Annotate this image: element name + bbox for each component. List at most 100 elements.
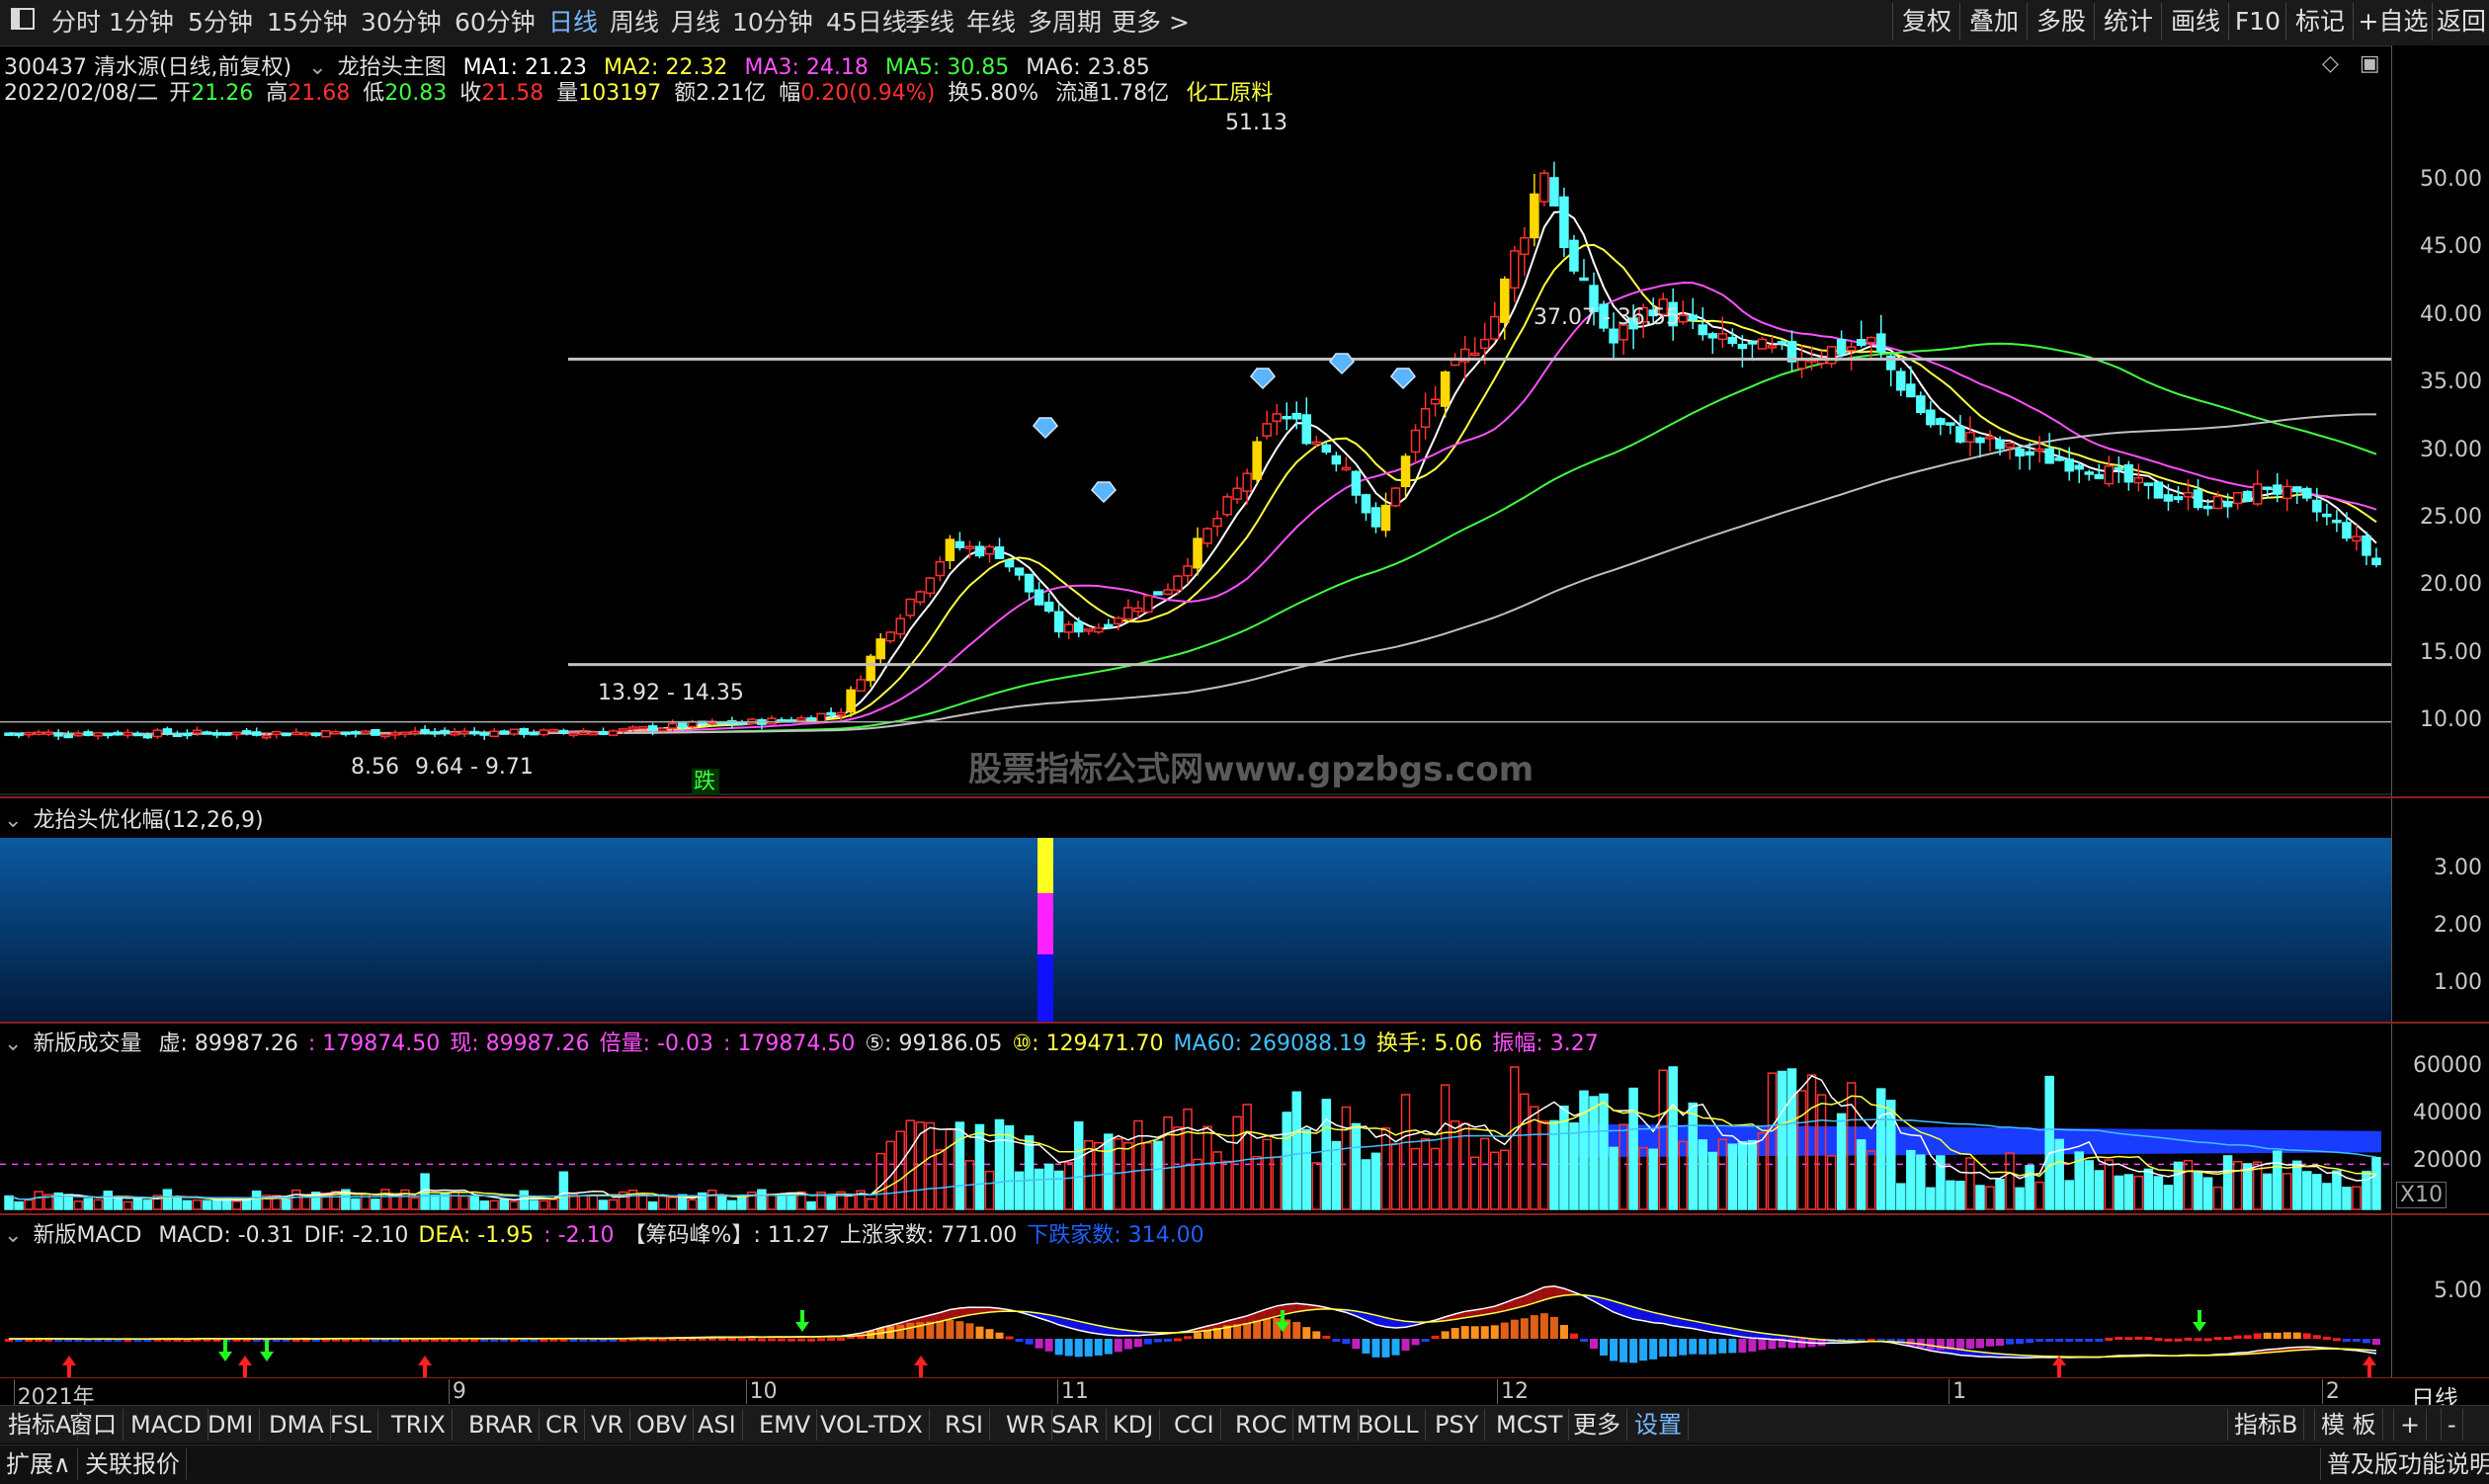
indicator-tab-brar[interactable]: BRAR bbox=[462, 1409, 539, 1441]
indicator-tab-trix[interactable]: TRIX bbox=[385, 1409, 453, 1441]
toolbar-mark-button[interactable]: 标记 bbox=[2285, 3, 2354, 41]
volume-bar[interactable] bbox=[1531, 1107, 1538, 1209]
candle[interactable] bbox=[1332, 456, 1340, 464]
volume-bar[interactable] bbox=[1986, 1187, 1994, 1209]
dragon-amp-pane[interactable]: ⌄ 龙抬头优化幅(12,26,9) bbox=[0, 798, 2391, 1022]
volume-bar[interactable] bbox=[1283, 1113, 1290, 1209]
volume-bar[interactable] bbox=[133, 1197, 141, 1209]
volume-bar[interactable] bbox=[2224, 1156, 2232, 1209]
candle[interactable] bbox=[1273, 414, 1281, 421]
candle[interactable] bbox=[500, 731, 508, 734]
candle[interactable] bbox=[569, 733, 577, 735]
volume-bar[interactable] bbox=[163, 1190, 171, 1209]
volume-bar[interactable] bbox=[955, 1122, 963, 1209]
window-menu-icon[interactable] bbox=[4, 6, 41, 40]
candle[interactable] bbox=[1352, 471, 1360, 495]
volume-bar[interactable] bbox=[143, 1200, 151, 1209]
volume-bar[interactable] bbox=[2293, 1161, 2301, 1209]
candle[interactable] bbox=[539, 730, 547, 735]
volume-bar[interactable] bbox=[718, 1196, 726, 1209]
volume-bar[interactable] bbox=[480, 1201, 488, 1209]
toolbar-multi-stock-button[interactable]: 多股 bbox=[2027, 3, 2095, 41]
candle[interactable] bbox=[391, 733, 399, 735]
candle[interactable] bbox=[1006, 560, 1014, 566]
volume-bar[interactable] bbox=[431, 1195, 439, 1209]
volume-bar[interactable] bbox=[1669, 1067, 1677, 1209]
volume-bar[interactable] bbox=[1362, 1160, 1369, 1209]
volume-bar[interactable] bbox=[1788, 1069, 1796, 1209]
period-0[interactable]: 分时 bbox=[45, 6, 107, 40]
period-13[interactable]: 多周期 bbox=[1022, 6, 1108, 40]
candle[interactable] bbox=[906, 600, 914, 616]
candle[interactable] bbox=[1976, 438, 1984, 442]
volume-bar[interactable] bbox=[2124, 1175, 2132, 1209]
indicator-tab-psy[interactable]: PSY bbox=[1429, 1409, 1485, 1441]
candle[interactable] bbox=[579, 732, 587, 734]
indicator-toggle-icon[interactable]: ⌄ bbox=[4, 808, 22, 833]
indicator-tab-asi[interactable]: ASI bbox=[692, 1409, 743, 1441]
candle[interactable] bbox=[559, 731, 567, 733]
volume-bar[interactable] bbox=[530, 1200, 538, 1209]
candle[interactable] bbox=[1342, 467, 1350, 469]
volume-bar[interactable] bbox=[2363, 1172, 2370, 1209]
volume-bar[interactable] bbox=[1639, 1148, 1647, 1209]
volume-bar[interactable] bbox=[1600, 1094, 1608, 1209]
toolbar-draw-button[interactable]: 画线 bbox=[2161, 3, 2229, 41]
volume-bar[interactable] bbox=[2016, 1188, 2024, 1209]
volume-bar[interactable] bbox=[2035, 1183, 2043, 1209]
candle[interactable] bbox=[1531, 195, 1538, 238]
volume-bar[interactable] bbox=[2343, 1188, 2351, 1209]
candle[interactable] bbox=[2075, 465, 2083, 468]
candle[interactable] bbox=[84, 732, 92, 735]
toolbar-restore-rights-button[interactable]: 复权 bbox=[1892, 3, 1960, 41]
volume-chart[interactable] bbox=[0, 1024, 2391, 1213]
volume-bar[interactable] bbox=[1907, 1151, 1915, 1209]
candle[interactable] bbox=[1432, 399, 1440, 403]
candle[interactable] bbox=[352, 732, 360, 734]
candle[interactable] bbox=[451, 733, 458, 735]
candle[interactable] bbox=[926, 578, 934, 593]
macd-pane[interactable]: ⌄ 新版MACD MACD: -0.31DIF: -2.10DEA: -1.95… bbox=[0, 1215, 2391, 1377]
candle[interactable] bbox=[1838, 340, 1846, 354]
candle[interactable] bbox=[985, 546, 993, 553]
candle[interactable] bbox=[104, 733, 112, 735]
candle[interactable] bbox=[768, 718, 776, 723]
volume-bar[interactable] bbox=[1154, 1141, 1162, 1209]
volume-bar[interactable] bbox=[1342, 1108, 1350, 1209]
volume-bar[interactable] bbox=[1371, 1153, 1379, 1209]
volume-bar[interactable] bbox=[1838, 1113, 1846, 1209]
volume-bar[interactable] bbox=[1511, 1067, 1519, 1209]
volume-bar[interactable] bbox=[936, 1150, 944, 1209]
volume-bar[interactable] bbox=[589, 1195, 597, 1209]
candle[interactable] bbox=[263, 736, 271, 738]
candle[interactable] bbox=[124, 732, 131, 735]
candle[interactable] bbox=[1045, 603, 1053, 612]
candle[interactable] bbox=[1036, 590, 1043, 605]
volume-bar[interactable] bbox=[104, 1192, 112, 1209]
candle[interactable] bbox=[1778, 342, 1785, 344]
period-14[interactable]: 更多 > bbox=[1106, 6, 1196, 40]
period-8[interactable]: 月线 bbox=[665, 6, 726, 40]
indicator-tab-更多[interactable]: 更多 bbox=[1567, 1409, 1627, 1441]
candle[interactable] bbox=[193, 730, 201, 733]
period-9[interactable]: 10分钟 bbox=[726, 6, 819, 40]
period-7[interactable]: 周线 bbox=[604, 6, 665, 40]
volume-bar[interactable] bbox=[2264, 1174, 2272, 1209]
volume-bar[interactable] bbox=[1728, 1144, 1736, 1209]
volume-bar[interactable] bbox=[1263, 1139, 1271, 1209]
candle[interactable] bbox=[857, 680, 865, 691]
macd-chart[interactable] bbox=[0, 1215, 2391, 1377]
candle[interactable] bbox=[2372, 558, 2380, 564]
volume-bar[interactable] bbox=[539, 1200, 547, 1209]
volume-bar[interactable] bbox=[1689, 1104, 1697, 1209]
candle[interactable] bbox=[332, 732, 340, 734]
volume-bar[interactable] bbox=[490, 1200, 498, 1209]
candle[interactable] bbox=[1718, 334, 1726, 339]
volume-bar[interactable] bbox=[946, 1129, 954, 1209]
volume-bar[interactable] bbox=[1412, 1149, 1420, 1209]
period-6[interactable]: 日线 bbox=[542, 6, 604, 40]
volume-bar[interactable] bbox=[2195, 1171, 2202, 1209]
volume-bar[interactable] bbox=[253, 1192, 261, 1209]
volume-bar[interactable] bbox=[1164, 1117, 1172, 1209]
candle[interactable] bbox=[2204, 507, 2212, 509]
